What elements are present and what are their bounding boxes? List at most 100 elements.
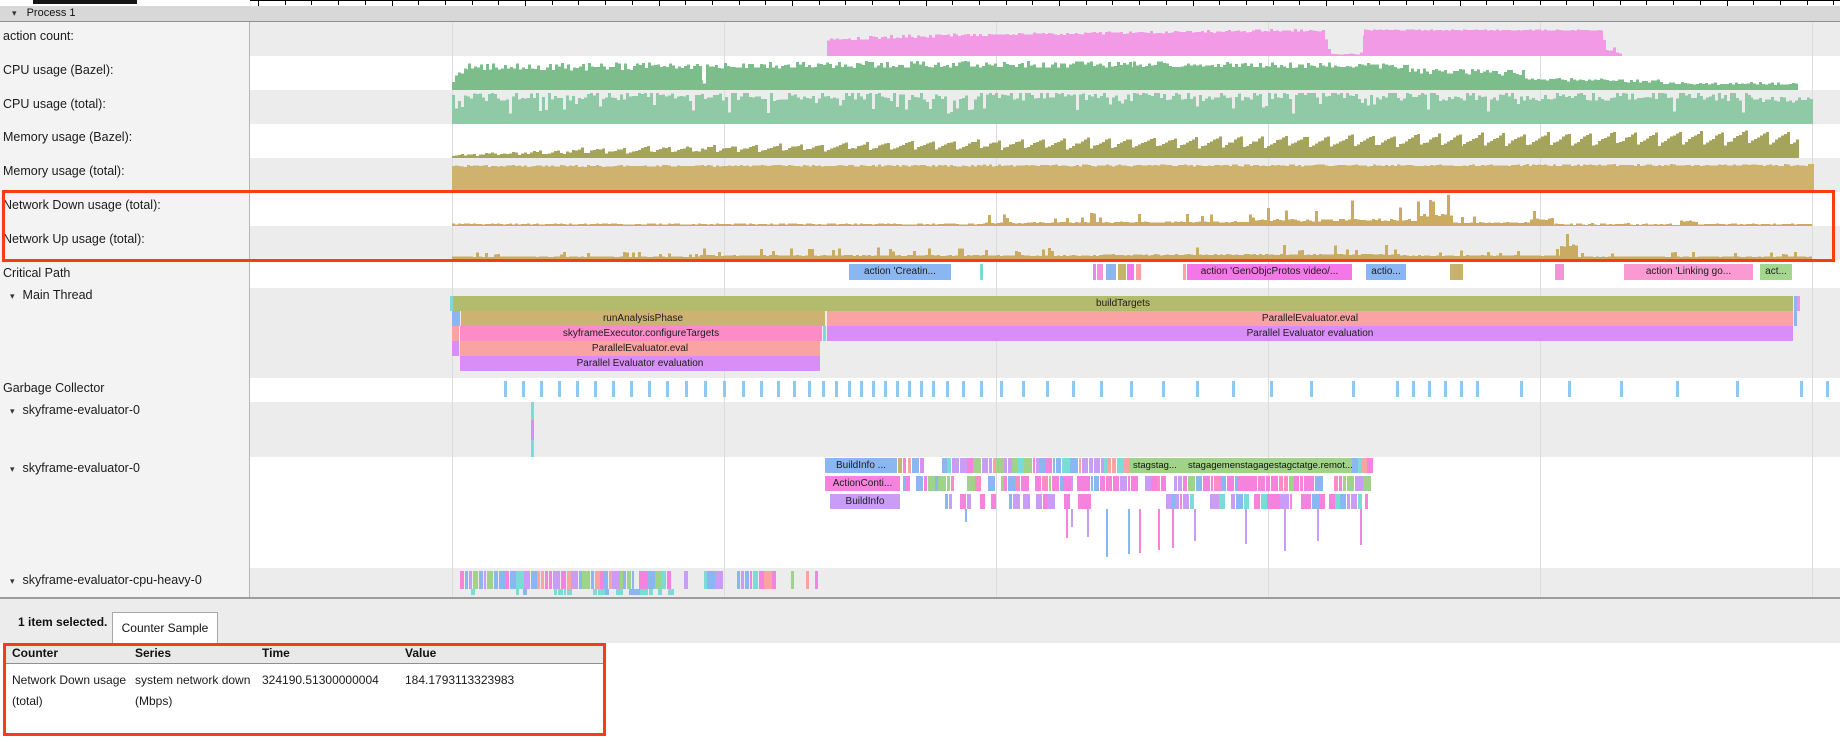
trace-slice[interactable] <box>928 476 935 491</box>
trace-slice[interactable] <box>545 571 548 589</box>
trace-slice[interactable] <box>1113 476 1119 491</box>
trace-slice[interactable] <box>1093 264 1096 280</box>
trace-slice[interactable] <box>967 494 972 509</box>
trace-slice[interactable] <box>1358 494 1362 509</box>
gc-tick[interactable] <box>594 381 597 397</box>
trace-slice[interactable] <box>658 589 662 595</box>
trace-slice[interactable] <box>1067 476 1070 491</box>
gc-tick[interactable] <box>1000 381 1003 397</box>
gc-tick[interactable] <box>540 381 543 397</box>
trace-slice[interactable] <box>603 571 608 589</box>
trace-slice[interactable] <box>591 571 595 589</box>
trace-slice[interactable]: skyframeExecutor.configureTargets <box>460 326 822 341</box>
gc-tick[interactable] <box>1196 381 1199 397</box>
gc-tick[interactable] <box>1352 381 1355 397</box>
trace-slice[interactable]: Parallel Evaluator evaluation <box>827 326 1793 341</box>
histogram-cpu-total[interactable] <box>250 90 1840 124</box>
trace-slice[interactable] <box>537 571 540 589</box>
gc-tick[interactable] <box>1800 381 1803 397</box>
trace-slice[interactable] <box>1284 509 1286 551</box>
gc-tick[interactable] <box>1520 381 1523 397</box>
gc-tick[interactable] <box>704 381 707 397</box>
trace-slice[interactable] <box>1127 264 1134 280</box>
trace-slice[interactable] <box>1340 494 1346 509</box>
gc-tick[interactable] <box>612 381 615 397</box>
trace-slice[interactable]: action 'GenObjcProtos video/... <box>1187 264 1352 280</box>
trace-slice[interactable] <box>1078 494 1083 509</box>
trace-slice[interactable]: action 'Linking go... <box>1624 264 1753 280</box>
trace-slice[interactable] <box>510 571 516 589</box>
trace-slice[interactable] <box>1335 494 1340 509</box>
trace-slice[interactable]: ParallelEvaluator.eval <box>460 341 820 356</box>
trace-slice[interactable] <box>1128 509 1130 554</box>
trace-slice[interactable] <box>1183 264 1186 280</box>
trace-slice[interactable] <box>1370 458 1373 473</box>
trace-slice[interactable] <box>1183 476 1188 491</box>
histogram-net-up[interactable] <box>250 226 1840 260</box>
trace-slice[interactable] <box>975 476 981 491</box>
trace-slice[interactable] <box>1244 494 1249 509</box>
trace-slice[interactable] <box>947 458 951 473</box>
gc-tick[interactable] <box>1310 381 1313 397</box>
trace-slice[interactable] <box>960 458 967 473</box>
trace-slice[interactable] <box>1042 476 1048 491</box>
trace-slice[interactable] <box>1071 476 1073 491</box>
trace-slice[interactable] <box>579 571 582 589</box>
trace-slice[interactable] <box>1317 509 1319 541</box>
trace-slice[interactable] <box>1083 494 1091 509</box>
gc-tick[interactable] <box>860 381 863 397</box>
trace-slice[interactable] <box>1183 494 1189 509</box>
trace-slice[interactable] <box>487 571 493 589</box>
trace-slice[interactable] <box>1238 476 1246 491</box>
trace-slice[interactable] <box>1161 476 1166 491</box>
histogram-action-count[interactable] <box>250 22 1840 56</box>
trace-slice[interactable] <box>965 509 967 522</box>
trace-slice[interactable] <box>1077 476 1082 491</box>
gc-tick[interactable] <box>808 381 811 397</box>
trace-slice[interactable] <box>815 571 818 589</box>
trace-slice[interactable] <box>1101 458 1104 473</box>
trace-slice[interactable] <box>1036 458 1039 473</box>
gc-tick[interactable] <box>1270 381 1273 397</box>
trace-slice[interactable] <box>1343 476 1346 491</box>
gc-tick[interactable] <box>504 381 507 397</box>
trace-slice[interactable] <box>561 571 567 589</box>
trace-slice[interactable] <box>916 476 923 491</box>
gc-tick[interactable] <box>1476 381 1479 397</box>
trace-slice[interactable] <box>516 589 519 595</box>
trace-slice[interactable] <box>1289 476 1294 491</box>
trace-slice[interactable] <box>906 476 910 491</box>
trace-slice[interactable] <box>791 571 794 589</box>
trace-slice[interactable] <box>1213 494 1218 509</box>
trace-slice[interactable] <box>1131 476 1138 491</box>
trace-slice[interactable] <box>1245 509 1247 544</box>
trace-slice[interactable] <box>1157 476 1160 491</box>
gc-tick[interactable] <box>558 381 561 397</box>
trace-slice[interactable] <box>1063 476 1066 491</box>
expander-triangle-icon[interactable]: ▾ <box>10 464 15 474</box>
trace-slice[interactable] <box>1064 494 1070 509</box>
gc-tick[interactable] <box>685 381 688 397</box>
trace-slice[interactable] <box>991 494 997 509</box>
trace-slice[interactable]: act... <box>1760 264 1792 280</box>
sidebar-thread-label[interactable]: ▾skyframe-evaluator-0 <box>10 461 140 475</box>
trace-slice[interactable] <box>655 571 660 589</box>
trace-slice[interactable] <box>1043 494 1047 509</box>
gc-tick[interactable] <box>946 381 949 397</box>
gc-tick[interactable] <box>777 381 780 397</box>
trace-slice[interactable] <box>452 326 459 341</box>
gc-tick[interactable] <box>835 381 838 397</box>
trace-slice[interactable] <box>1047 494 1055 509</box>
trace-slice[interactable] <box>1351 494 1358 509</box>
gc-tick[interactable] <box>896 381 899 397</box>
trace-slice[interactable] <box>1056 458 1062 473</box>
trace-slice[interactable] <box>949 494 952 509</box>
trace-slice[interactable] <box>980 494 985 509</box>
trace-slice[interactable]: ActionConti... <box>825 476 900 491</box>
trace-slice[interactable] <box>759 571 764 589</box>
trace-slice[interactable] <box>1352 458 1358 473</box>
expander-triangle-icon[interactable]: ▾ <box>10 406 15 416</box>
trace-slice[interactable] <box>1254 494 1260 509</box>
trace-slice[interactable] <box>1118 264 1126 280</box>
gc-tick[interactable] <box>848 381 851 397</box>
